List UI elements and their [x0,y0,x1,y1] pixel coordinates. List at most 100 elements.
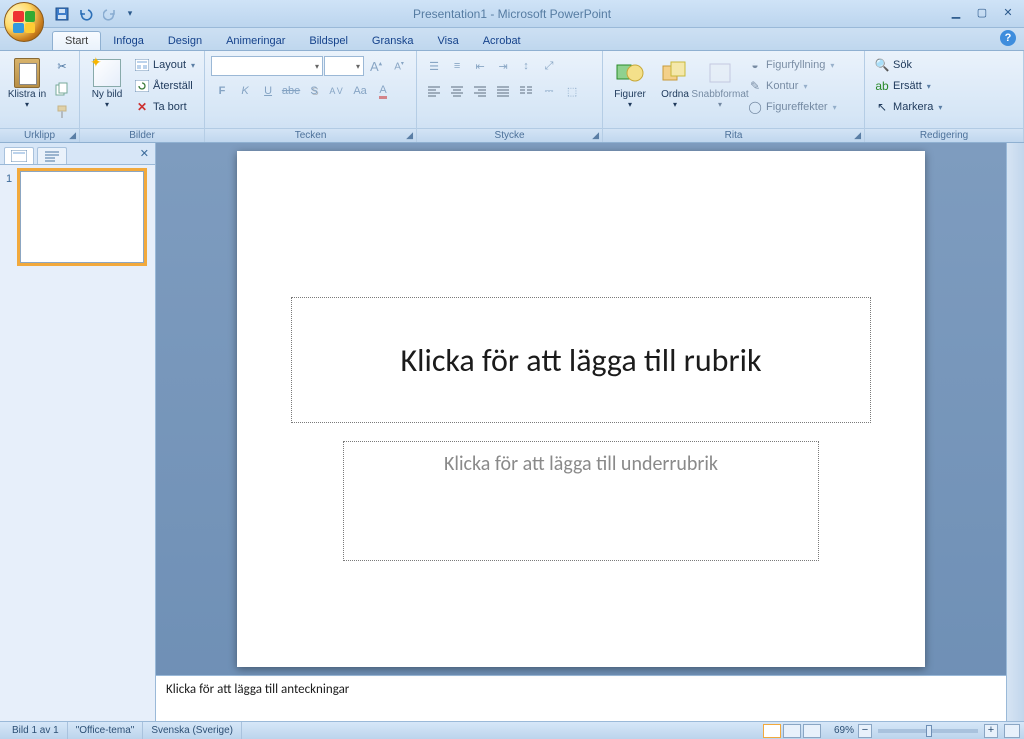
panel-close-button[interactable]: ✕ [140,147,149,160]
paragraph-launcher[interactable]: ◢ [592,130,599,141]
status-language[interactable]: Svenska (Sverige) [143,722,242,739]
clipboard-launcher[interactable]: ◢ [69,130,76,141]
outline-tab[interactable] [37,147,67,164]
normal-view-button[interactable] [763,724,781,738]
office-button[interactable] [4,2,44,42]
change-case-button[interactable]: Aa [349,80,371,102]
tab-bildspel[interactable]: Bildspel [297,32,360,50]
italic-icon: K [241,85,248,97]
select-button[interactable]: ↖Markera▾ [871,97,945,117]
quick-access-toolbar: ▾ [52,0,136,27]
slides-tab[interactable] [4,147,34,164]
titlebar: ▾ Presentation1 - Microsoft PowerPoint ▁… [0,0,1024,28]
tab-infoga[interactable]: Infoga [101,32,156,50]
slide-canvas-area[interactable]: Klicka för att lägga till rubrik Klicka … [156,143,1006,675]
thumbnail-list[interactable]: 1 [0,165,155,721]
replace-button[interactable]: abErsätt▾ [871,76,945,96]
shape-fill-button[interactable]: ◒Figurfyllning▾ [744,55,840,75]
minimize-button[interactable]: ▁ [946,2,966,22]
italic-button[interactable]: K [234,80,256,102]
columns-button[interactable] [515,80,537,102]
arrange-button[interactable]: Ordna▾ [654,55,696,121]
convert-smartart-button[interactable]: ⬚ [561,80,583,102]
bullets-button[interactable]: ☰ [423,55,445,77]
strike-button[interactable]: abe [280,80,302,102]
justify-button[interactable] [492,80,514,102]
tab-animeringar[interactable]: Animeringar [214,32,297,50]
layout-button[interactable]: Layout▾ [131,55,198,75]
thumbnail-item[interactable]: 1 [6,171,149,263]
align-text-button[interactable]: ⎓ [538,80,560,102]
strike-icon: abe [282,85,300,97]
find-button[interactable]: 🔍Sök [871,55,945,75]
group-slides-label: Bilder [129,130,155,141]
delete-slide-button[interactable]: ✕ Ta bort [131,97,198,117]
underline-button[interactable]: U [257,80,279,102]
tab-visa[interactable]: Visa [426,32,471,50]
group-drawing-label: Rita [725,130,743,141]
shapes-button[interactable]: Figurer▾ [609,55,651,121]
copy-icon [55,82,69,96]
redo-button[interactable] [100,4,120,24]
new-slide-icon [93,59,121,87]
shape-outline-button[interactable]: ✎Kontur▾ [744,76,840,96]
tab-acrobat[interactable]: Acrobat [471,32,533,50]
char-spacing-button[interactable]: AV [326,80,348,102]
ribbon-tabs: Start Infoga Design Animeringar Bildspel… [0,28,1024,51]
font-color-button[interactable]: A [372,80,394,102]
shrink-font-button[interactable]: A▾ [388,55,410,77]
paste-button[interactable]: Klistra in ▾ [6,55,48,121]
increase-indent-button[interactable]: ⇥ [492,55,514,77]
align-center-button[interactable] [446,80,468,102]
font-launcher[interactable]: ◢ [406,130,413,141]
zoom-in-button[interactable]: + [984,724,998,738]
shape-effects-button[interactable]: ◯Figureffekter▾ [744,97,840,117]
notes-pane[interactable]: Klicka för att lägga till anteckningar [156,675,1006,721]
text-direction-button[interactable]: ⤢ [538,55,560,77]
zoom-out-button[interactable]: − [858,724,872,738]
drawing-launcher[interactable]: ◢ [854,130,861,141]
bucket-icon: ◒ [747,57,763,73]
subtitle-placeholder[interactable]: Klicka för att lägga till underrubrik [343,441,819,561]
quickstyles-button[interactable]: Snabbformat▾ [699,55,741,121]
numbering-button[interactable]: ≡ [446,55,468,77]
tab-start[interactable]: Start [52,31,101,50]
decrease-indent-button[interactable]: ⇤ [469,55,491,77]
tab-granska[interactable]: Granska [360,32,426,50]
zoom-percent[interactable]: 69% [830,725,858,736]
align-right-button[interactable] [469,80,491,102]
thumbnail-preview[interactable] [20,171,144,263]
sorter-view-button[interactable] [783,724,801,738]
shadow-button[interactable]: S [303,80,325,102]
zoom-slider-knob[interactable] [926,725,932,737]
layout-icon [134,57,150,73]
restore-button[interactable]: ▢ [972,2,992,22]
group-drawing: Figurer▾ Ordna▾ Snabbformat▾ ◒Figurfylln… [603,51,865,142]
font-size-combo[interactable]: ▾ [324,56,364,76]
reset-button[interactable]: Återställ [131,76,198,96]
cut-button[interactable]: ✂ [51,55,73,77]
qat-customize-button[interactable]: ▾ [124,4,136,24]
title-placeholder[interactable]: Klicka för att lägga till rubrik [291,297,871,423]
align-left-button[interactable] [423,80,445,102]
vertical-scrollbar[interactable] [1006,143,1024,721]
close-button[interactable]: ✕ [998,2,1018,22]
slide-panel: ✕ 1 [0,143,156,721]
font-name-combo[interactable]: ▾ [211,56,323,76]
help-button[interactable]: ? [1000,30,1016,46]
undo-button[interactable] [76,4,96,24]
tab-design[interactable]: Design [156,32,214,50]
zoom-slider[interactable] [878,729,978,733]
new-slide-button[interactable]: Ny bild ▾ [86,55,128,121]
save-button[interactable] [52,4,72,24]
bold-button[interactable]: F [211,80,233,102]
effects-icon: ◯ [747,99,763,115]
new-slide-label: Ny bild [92,89,123,100]
slideshow-view-button[interactable] [803,724,821,738]
format-painter-button[interactable] [51,101,73,123]
copy-button[interactable] [51,78,73,100]
line-spacing-button[interactable]: ↕ [515,55,537,77]
fit-to-window-button[interactable] [1004,724,1020,738]
slide[interactable]: Klicka för att lägga till rubrik Klicka … [237,151,925,667]
grow-font-button[interactable]: A▴ [365,55,387,77]
